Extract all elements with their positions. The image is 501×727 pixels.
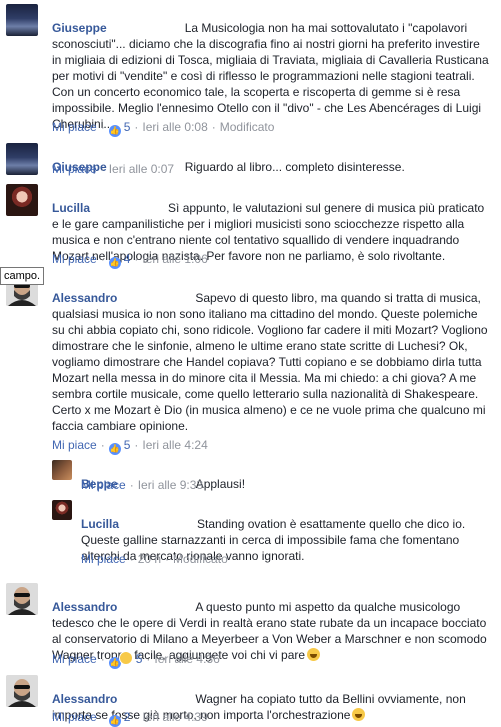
avatar[interactable] xyxy=(6,4,38,36)
comment-text: Riguardo al libro... completo disinteres… xyxy=(184,160,405,174)
like-button[interactable]: Mi piace xyxy=(52,710,97,724)
comment-actions: Mi piace · 👍 2 · Ieri alle 4:39 xyxy=(52,710,208,727)
timestamp[interactable]: Ieri alle 9:33 xyxy=(138,478,203,492)
redacted-surname xyxy=(98,203,161,214)
redacted-surname xyxy=(125,694,188,705)
redacted-surname xyxy=(125,293,188,304)
author-name[interactable]: Lucilla xyxy=(81,517,119,531)
avatar[interactable] xyxy=(6,143,38,175)
edited-label[interactable]: Modificato xyxy=(220,120,275,134)
author-name[interactable]: Alessandro xyxy=(52,291,117,305)
comment-body: Giuseppe La Musicologia non ha mai sottov… xyxy=(52,4,492,132)
comment-actions: Mi piace · 20 h · Modificato xyxy=(81,552,228,566)
like-reaction-icon[interactable]: 👍 xyxy=(108,715,121,727)
haha-reaction-icon[interactable] xyxy=(118,651,133,665)
like-reaction-icon[interactable]: 👍 xyxy=(108,443,121,455)
reaction-count[interactable]: 5 xyxy=(136,652,143,666)
like-button[interactable]: Mi piace xyxy=(81,552,126,566)
reaction-count[interactable]: 4 xyxy=(124,252,131,266)
comment-actions: Mi piace · 👍 4 · Ieri alle 1:06 xyxy=(52,252,208,269)
comment-actions: Mi piace · 👍 5 · Ieri alle 4:36 xyxy=(52,651,220,669)
laughing-emoji-icon xyxy=(352,708,366,721)
avatar[interactable] xyxy=(52,460,72,480)
edited-label[interactable]: Modificato xyxy=(173,552,228,566)
timestamp[interactable]: Ieri alle 4:36 xyxy=(154,652,219,666)
reaction-count[interactable]: 5 xyxy=(124,438,131,452)
redacted-surname xyxy=(125,602,188,613)
timestamp[interactable]: Ieri alle 4:39 xyxy=(142,710,207,724)
author-name[interactable]: Lucilla xyxy=(52,201,90,215)
like-button[interactable]: Mi piace xyxy=(52,120,97,134)
timestamp[interactable]: Ieri alle 0:08 xyxy=(142,120,207,134)
avatar[interactable] xyxy=(6,184,38,216)
reaction-count[interactable]: 2 xyxy=(124,710,131,724)
like-reaction-icon[interactable]: 👍 xyxy=(108,125,121,137)
man-avatar-icon xyxy=(6,675,38,707)
comment-text: Sapevo di questo libro, ma quando si tra… xyxy=(52,291,488,433)
comment-text: La Musicologia non ha mai sottovalutato … xyxy=(52,21,489,131)
like-button[interactable]: Mi piace xyxy=(52,252,97,266)
comment-body: Alessandro Sapevo di questo libro, ma qua… xyxy=(52,274,492,434)
redacted-surname xyxy=(114,23,177,34)
timestamp[interactable]: Ieri alle 0:07 xyxy=(109,162,174,176)
author-name[interactable]: Alessandro xyxy=(52,600,117,614)
comment-actions: Mi piace · 👍 5 · Ieri alle 4:24 xyxy=(52,438,208,455)
avatar[interactable] xyxy=(6,675,38,707)
like-button[interactable]: Mi piace xyxy=(52,652,97,666)
author-name[interactable]: Giuseppe xyxy=(52,21,107,35)
avatar[interactable] xyxy=(52,500,72,520)
comment-actions: Mi piace · 👍 5 · Ieri alle 0:08 · Modificato xyxy=(52,120,275,137)
redacted-surname xyxy=(127,519,190,530)
reaction-count[interactable]: 5 xyxy=(124,120,131,134)
comment-actions: Mi piace · Ieri alle 0:07 xyxy=(52,162,175,176)
tooltip: campo. xyxy=(0,267,45,285)
like-reaction-icon[interactable]: 👍 xyxy=(108,257,121,269)
timestamp[interactable]: Ieri alle 4:24 xyxy=(142,438,207,452)
timestamp[interactable]: Ieri alle 1:06 xyxy=(142,252,207,266)
like-button[interactable]: Mi piace xyxy=(81,478,126,492)
comment-actions: Mi piace · Ieri alle 9:33 xyxy=(81,478,204,492)
timestamp[interactable]: 20 h xyxy=(138,552,161,566)
author-name[interactable]: Alessandro xyxy=(52,692,117,706)
comment-text: Applausi! xyxy=(195,477,246,491)
avatar[interactable] xyxy=(6,583,38,615)
man-avatar-icon xyxy=(6,583,38,615)
like-button[interactable]: Mi piace xyxy=(52,162,97,176)
laughing-emoji-icon xyxy=(307,648,321,661)
like-button[interactable]: Mi piace xyxy=(52,438,97,452)
